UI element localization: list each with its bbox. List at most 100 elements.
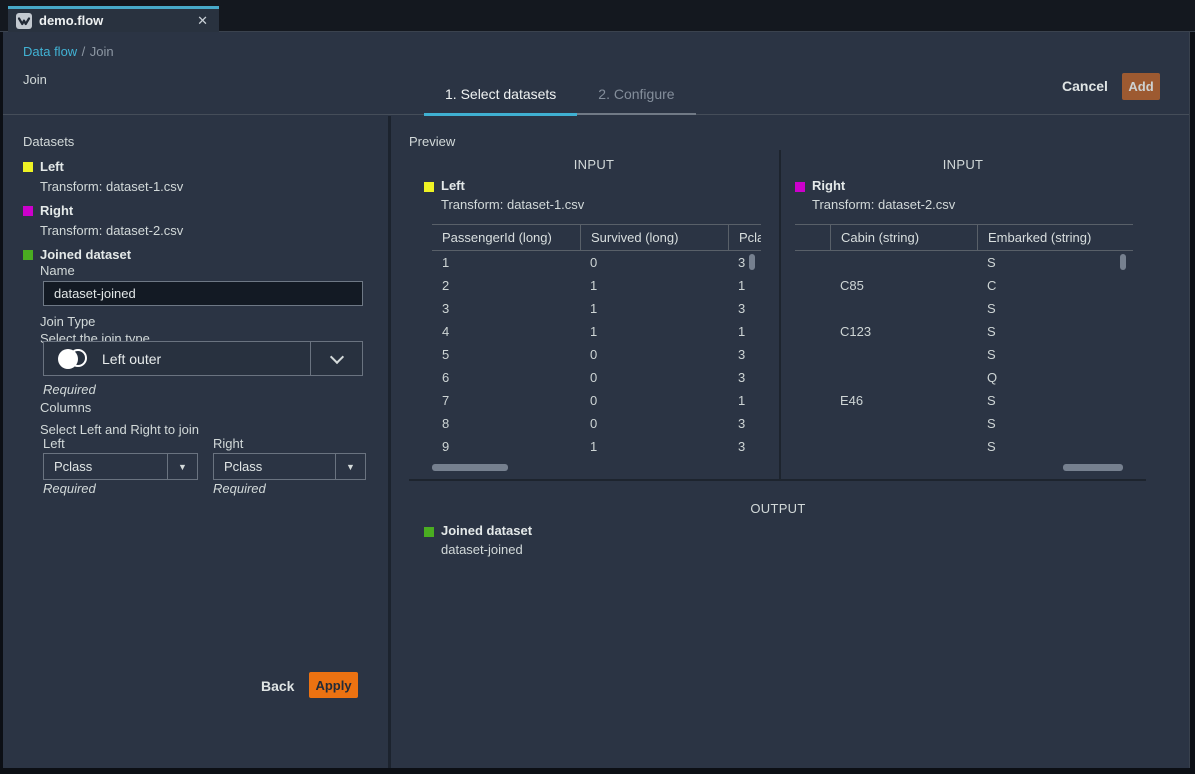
table-cell: S — [977, 416, 1130, 431]
column-header: Pclass (long) — [728, 225, 761, 250]
output-swatch — [424, 527, 434, 537]
main-panel: Data flow / Join Join 1. Select datasets… — [3, 32, 1190, 768]
breadcrumb: Data flow / Join — [23, 43, 114, 61]
table-cell: 1 — [432, 255, 580, 270]
left-column-select[interactable]: Pclass ▼ — [43, 453, 198, 480]
tab-select-datasets[interactable]: 1. Select datasets — [424, 86, 577, 116]
input-section-title: INPUT — [792, 157, 1134, 172]
breadcrumb-data-flow-link[interactable]: Data flow — [23, 44, 77, 59]
left-table-horizontal-scrollbar[interactable] — [432, 464, 508, 471]
input-section-title: INPUT — [409, 157, 779, 172]
table-row: 503 — [432, 343, 761, 366]
join-type-label: Join Type — [40, 314, 95, 329]
join-type-caret-zone[interactable] — [310, 342, 362, 375]
right-column-select[interactable]: Pclass ▼ — [213, 453, 366, 480]
right-column-value: Pclass — [214, 459, 335, 474]
tab-demo-flow[interactable]: demo.flow ✕ — [8, 6, 219, 32]
table-row: 913 — [432, 435, 761, 458]
joined-name-input[interactable] — [43, 281, 363, 306]
close-icon[interactable]: ✕ — [194, 13, 211, 29]
preview-bottom-divider — [409, 479, 1146, 481]
join-type-value: Left outer — [102, 351, 310, 367]
table-cell: 0 — [580, 416, 728, 431]
left-input-table: PassengerId (long) Survived (long) Pclas… — [432, 224, 761, 458]
right-column-required: Required — [213, 481, 266, 496]
breadcrumb-current: Join — [90, 44, 114, 59]
table-cell: 0 — [580, 255, 728, 270]
cancel-button[interactable]: Cancel — [1062, 78, 1108, 94]
table-cell: 3 — [728, 347, 761, 362]
panel-divider — [388, 116, 391, 768]
apply-button[interactable]: Apply — [309, 672, 358, 698]
table-row: 701 — [432, 389, 761, 412]
table-row: 411 — [432, 320, 761, 343]
table-cell: 3 — [728, 301, 761, 316]
table-body: 103211313411503603701803913 — [432, 251, 761, 458]
table-cell: 1 — [580, 439, 728, 454]
table-cell: S — [977, 301, 1130, 316]
left-dataset-name: Left — [40, 159, 64, 174]
table-cell: S — [977, 393, 1130, 408]
left-pane-swatch — [424, 182, 434, 192]
right-dataset-detail: Transform: dataset-2.csv — [40, 223, 183, 238]
right-pane-swatch — [795, 182, 805, 192]
table-cell: 3 — [728, 416, 761, 431]
table-cell: 3 — [728, 439, 761, 454]
table-cell: C123 — [830, 324, 977, 339]
right-table-horizontal-scrollbar[interactable] — [1063, 464, 1123, 471]
table-cell: 8 — [432, 416, 580, 431]
right-table-vertical-scrollbar[interactable] — [1120, 254, 1126, 270]
column-header — [795, 225, 830, 250]
tab-configure[interactable]: 2. Configure — [577, 86, 695, 115]
table-row: 211 — [432, 274, 761, 297]
datasets-heading: Datasets — [23, 134, 74, 149]
left-dataset-detail: Transform: dataset-1.csv — [40, 179, 183, 194]
add-button[interactable]: Add — [1122, 73, 1160, 100]
left-table-vertical-scrollbar[interactable] — [749, 254, 755, 270]
table-cell: 1 — [580, 301, 728, 316]
columns-label: Columns — [40, 400, 91, 415]
left-column-required: Required — [43, 481, 96, 496]
table-body: SC85CSC123SSQE46SSS — [795, 251, 1133, 458]
tab-title: demo.flow — [39, 13, 187, 28]
table-header: Cabin (string) Embarked (string) — [795, 224, 1133, 251]
table-row: C123S — [795, 320, 1133, 343]
left-pane-detail: Transform: dataset-1.csv — [441, 197, 584, 212]
app-window: demo.flow ✕ Data flow / Join Join 1. Sel… — [0, 0, 1195, 774]
table-cell: Q — [977, 370, 1130, 385]
table-cell: 0 — [580, 370, 728, 385]
right-pane-detail: Transform: dataset-2.csv — [812, 197, 955, 212]
table-cell: 2 — [432, 278, 580, 293]
right-pane-name: Right — [812, 178, 845, 193]
table-row: 803 — [432, 412, 761, 435]
joined-dataset-name: Joined dataset — [40, 247, 131, 262]
table-cell: S — [977, 324, 1130, 339]
table-row: S — [795, 251, 1133, 274]
pane-divider — [779, 150, 781, 480]
table-cell: 1 — [580, 278, 728, 293]
table-cell: 7 — [432, 393, 580, 408]
output-section-title: OUTPUT — [409, 501, 1147, 516]
left-outer-join-icon — [58, 348, 90, 370]
table-cell: 1 — [728, 393, 761, 408]
table-header: PassengerId (long) Survived (long) Pclas… — [432, 224, 761, 251]
table-row: S — [795, 343, 1133, 366]
chevron-down-icon — [329, 349, 343, 363]
left-column-value: Pclass — [44, 459, 167, 474]
column-header: Survived (long) — [580, 225, 728, 250]
table-row: C85C — [795, 274, 1133, 297]
caret-down-icon: ▼ — [167, 454, 197, 479]
page-title: Join — [23, 72, 47, 87]
table-row: 603 — [432, 366, 761, 389]
right-column-label: Right — [213, 436, 243, 451]
table-cell: C — [977, 278, 1130, 293]
right-input-table: Cabin (string) Embarked (string) SC85CSC… — [795, 224, 1133, 458]
right-dataset-swatch — [23, 206, 33, 216]
table-row: Q — [795, 366, 1133, 389]
table-row: S — [795, 412, 1133, 435]
column-header: Embarked (string) — [977, 225, 1130, 250]
join-type-select[interactable]: Left outer — [43, 341, 363, 376]
breadcrumb-separator: / — [82, 44, 86, 59]
back-button[interactable]: Back — [261, 678, 294, 694]
table-cell: 4 — [432, 324, 580, 339]
